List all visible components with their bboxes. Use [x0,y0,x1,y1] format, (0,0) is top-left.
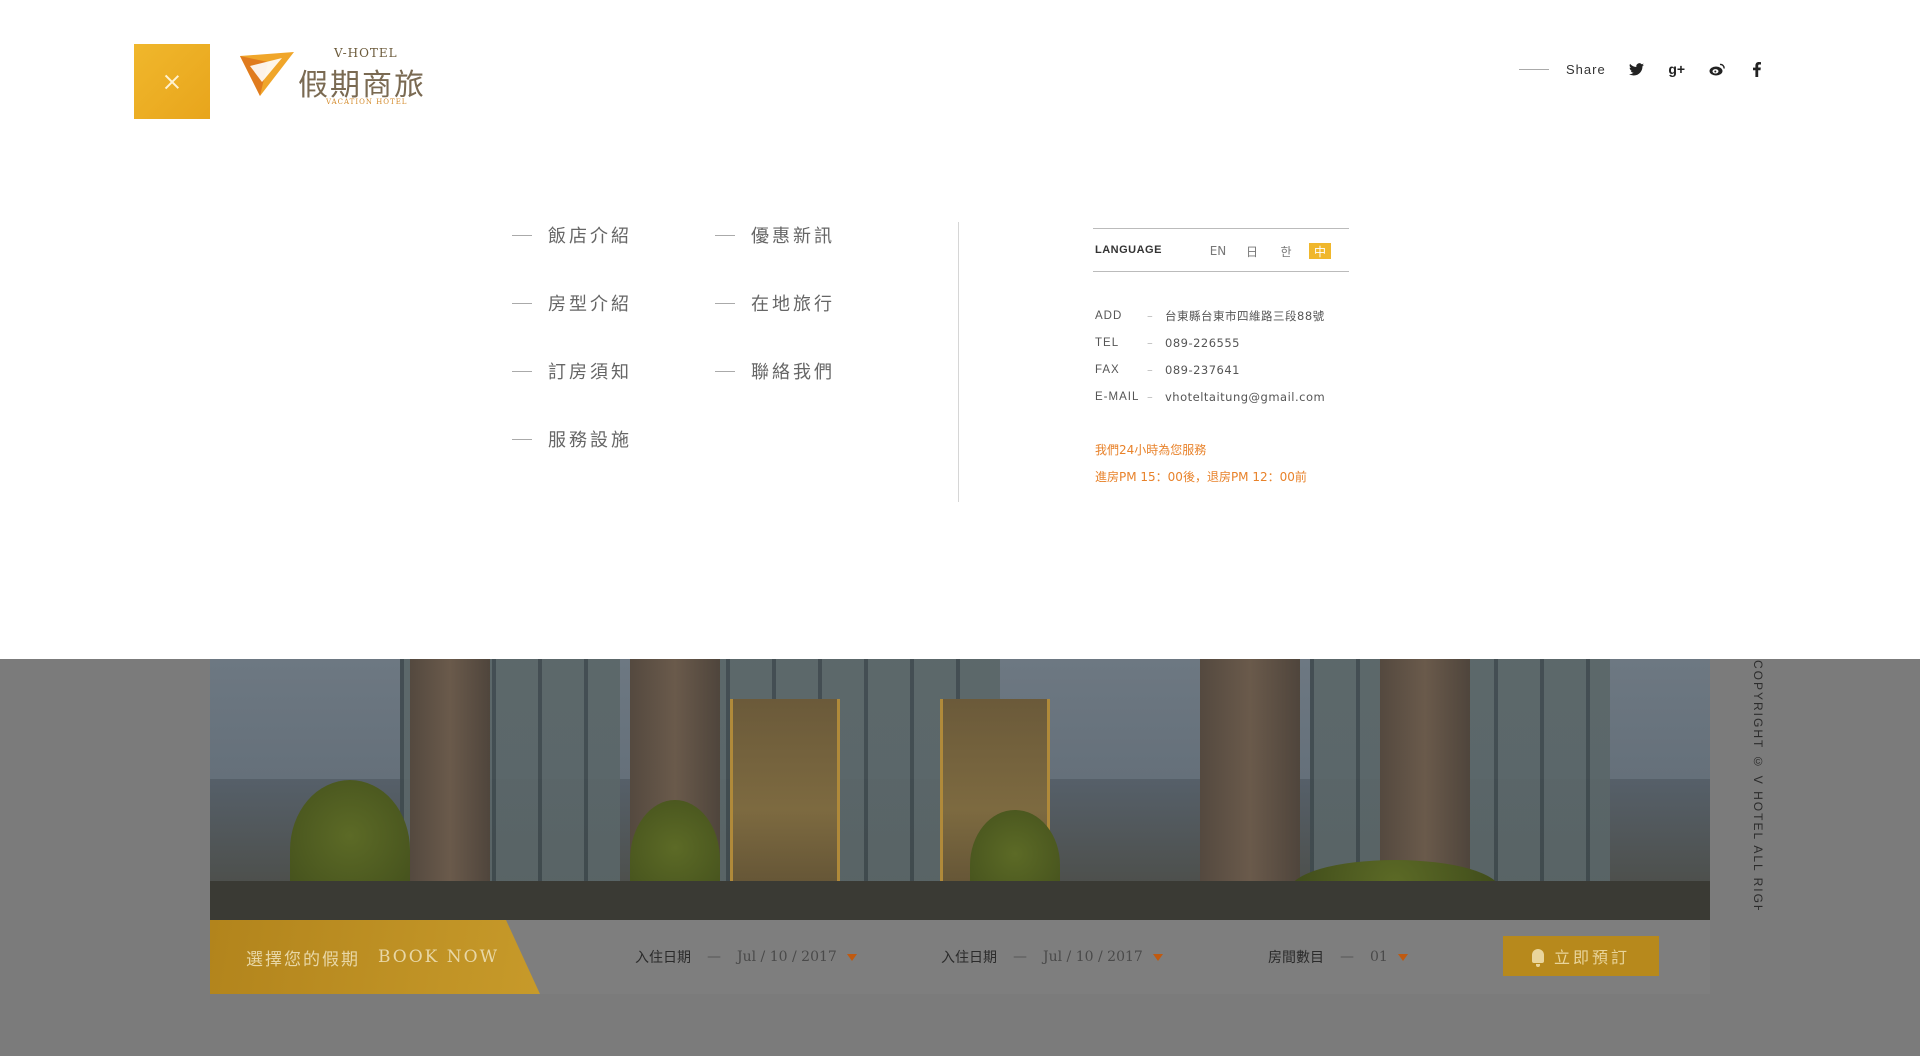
checkin-dash: — [707,949,721,965]
bell-icon [1531,949,1544,967]
contact-row-email: E-MAIL – vhoteltaitung@gmail.com [1095,389,1326,404]
menu-item-facilities[interactable]: 服務設施 [512,426,632,452]
booking-bar: 選擇您的假期 BOOK NOW 入住日期 — Jul / 10 / 2017 入… [210,920,1710,994]
twitter-icon[interactable] [1626,58,1648,80]
checkin-caret-icon[interactable] [846,953,857,961]
language-option-zh[interactable]: 中 [1309,243,1331,259]
checkin-label: 入住日期 [635,950,691,966]
checkin-field[interactable]: 入住日期 — Jul / 10 / 2017 [635,920,857,994]
contact-row-fax: FAX – 089-237641 [1095,362,1240,377]
rooms-value[interactable]: 01 [1370,949,1388,965]
checkout-caret-icon[interactable] [1152,953,1163,961]
menu-item-local-travel[interactable]: 在地旅行 [715,290,835,316]
language-label: LANGUAGE [1095,244,1162,256]
logo[interactable]: V-HOTEL 假期商旅 VACATION HOTEL [238,46,428,108]
rooms-dash: — [1340,949,1354,965]
contact-row-address: ADD – 台東縣台東市四維路三段88號 [1095,308,1325,323]
book-tag-zh: 選擇您的假期 [246,949,360,970]
rooms-label: 房間數目 [1268,950,1324,966]
checkout-value[interactable]: Jul / 10 / 2017 [1043,949,1143,965]
v-logo-icon [240,52,294,96]
menu-item-contact-us[interactable]: 聯絡我們 [715,358,835,384]
menu-item-booking-notice[interactable]: 訂房須知 [512,358,632,384]
contact-list: ADD – 台東縣台東市四維路三段88號 TEL – 089-226555 FA… [1093,302,1349,410]
rooms-caret-icon[interactable] [1397,953,1408,961]
copyright-text: COPYRIGHT © V HOTEL ALL RIGHTS RESERVED. [1751,660,1765,910]
weibo-icon[interactable] [1706,58,1728,80]
language-option-ja[interactable]: 日 [1241,243,1263,259]
checkout-dash: — [1013,949,1027,965]
language-options: EN 日 한 中 [1207,229,1331,273]
logo-sub: VACATION HOTEL [326,98,408,106]
close-icon [165,75,179,89]
menu-divider [958,222,959,502]
logo-vhotel: V-HOTEL [334,46,398,60]
menu-item-room-types[interactable]: 房型介紹 [512,290,632,316]
service-notes: 我們24小時為您服務 進房PM 15：00後，退房PM 12：00前 [1093,436,1349,490]
info-panel: LANGUAGE EN 日 한 中 ADD – 台東縣台東市四維路三段88號 T… [1093,228,1349,490]
google-plus-icon[interactable]: g+ [1666,58,1688,80]
share-label: Share [1566,61,1606,77]
menu-item-promotions[interactable]: 優惠新訊 [715,222,835,248]
close-menu-button[interactable] [134,44,210,119]
language-bar: LANGUAGE EN 日 한 中 [1093,228,1349,272]
menu-item-hotel-intro[interactable]: 飯店介紹 [512,222,632,248]
checkout-field[interactable]: 入住日期 — Jul / 10 / 2017 [941,920,1163,994]
rooms-field[interactable]: 房間數目 — 01 [1268,920,1408,994]
share-bar: Share g+ [1519,56,1786,82]
facebook-icon[interactable] [1746,58,1768,80]
share-line [1519,68,1549,70]
contact-row-tel: TEL – 089-226555 [1095,335,1240,350]
menu-overlay: V-HOTEL 假期商旅 VACATION HOTEL Share g+ 飯店介… [0,0,1920,659]
book-now-tag: 選擇您的假期 BOOK NOW [210,920,540,994]
language-option-en[interactable]: EN [1207,243,1229,259]
book-tag-en: BOOK NOW [378,947,500,967]
checkin-value[interactable]: Jul / 10 / 2017 [737,949,837,965]
hotel-entrance-photo [210,659,1710,920]
service-note-checkin: 進房PM 15：00後，退房PM 12：00前 [1095,470,1307,484]
main-menu: 飯店介紹 房型介紹 訂房須知 服務設施 優惠新訊 在地旅行 聯絡我們 [512,222,962,502]
book-now-button[interactable]: 立即預訂 [1503,936,1659,976]
checkout-label: 入住日期 [941,950,997,966]
service-note-24h: 我們24小時為您服務 [1095,443,1207,457]
book-button-label: 立即預訂 [1553,950,1630,967]
language-option-ko[interactable]: 한 [1275,243,1297,259]
